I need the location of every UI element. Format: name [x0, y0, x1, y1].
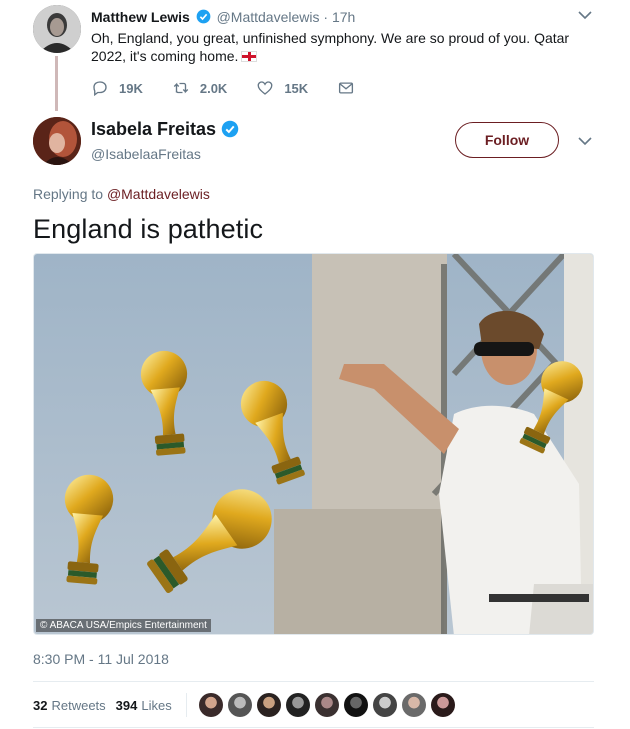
likes-count: 394: [115, 697, 138, 713]
liker-avatar[interactable]: [372, 693, 397, 717]
liker-avatar[interactable]: [227, 693, 252, 717]
divider: [33, 681, 594, 682]
parent-author-handle[interactable]: @Mattdavelewis: [217, 9, 320, 25]
chevron-down-icon[interactable]: [578, 10, 592, 20]
reply-icon: [93, 81, 107, 97]
replying-to: Replying to @Mattdavelewis: [33, 186, 210, 202]
thread-connector: [55, 56, 58, 111]
retweet-button[interactable]: 2.0K: [172, 79, 227, 97]
tweet-timestamp[interactable]: 8:30 PM - 11 Jul 2018: [33, 651, 169, 667]
retweets-stat[interactable]: 32 Retweets: [33, 698, 106, 713]
parent-tweet-text: Oh, England, you great, unfinished symph…: [91, 29, 581, 65]
follow-button[interactable]: Follow: [455, 122, 559, 158]
parent-tweet-time[interactable]: 17h: [332, 9, 355, 25]
parent-avatar[interactable]: [33, 5, 81, 53]
tweet-stats: 32 Retweets 394 Likes: [33, 693, 460, 717]
reply-button[interactable]: 19K: [91, 79, 143, 97]
direct-message-button[interactable]: [337, 79, 365, 97]
author-name-row: Isabela Freitas: [91, 119, 241, 140]
parent-tweet: Matthew Lewis @Mattdavelewis · 17h Oh, E…: [0, 0, 630, 111]
england-flag-icon: [241, 51, 258, 62]
likes-stat[interactable]: 394 Likes: [116, 698, 172, 713]
image-credit: © ABACA USA/Empics Entertainment: [36, 619, 211, 632]
parent-tweet-header: Matthew Lewis @Mattdavelewis · 17h: [91, 8, 355, 26]
liker-avatar[interactable]: [314, 693, 339, 717]
author-avatar[interactable]: [33, 117, 81, 165]
author-handle[interactable]: @IsabelaaFreitas: [91, 146, 201, 162]
verified-badge-icon: [196, 9, 211, 24]
liker-avatar[interactable]: [198, 693, 223, 717]
like-button[interactable]: 15K: [256, 79, 308, 97]
retweets-count: 32: [33, 697, 48, 713]
replying-to-label: Replying to: [33, 186, 104, 202]
tweet-text: England is pathetic: [33, 214, 264, 244]
liker-avatar[interactable]: [401, 693, 426, 717]
divider: [33, 727, 594, 728]
retweets-label: Retweets: [51, 697, 106, 713]
liker-avatar[interactable]: [343, 693, 368, 717]
verified-badge-icon: [221, 120, 239, 138]
parent-tweet-text-content: Oh, England, you great, unfinished symph…: [91, 30, 570, 64]
like-icon: [257, 81, 273, 95]
liker-avatar[interactable]: [430, 693, 455, 717]
reply-count: 19K: [119, 80, 143, 96]
parent-tweet-actions: 19K 2.0K 15K: [91, 78, 394, 98]
message-icon: [339, 82, 354, 94]
likers-avatars: [198, 693, 460, 717]
like-count: 15K: [284, 80, 309, 96]
chevron-down-icon[interactable]: [578, 136, 592, 146]
parent-author-name[interactable]: Matthew Lewis: [91, 9, 190, 25]
separator-dot: ·: [323, 9, 329, 25]
author-name[interactable]: Isabela Freitas: [91, 119, 216, 139]
retweet-icon: [173, 82, 189, 94]
likes-label: Likes: [141, 697, 172, 713]
tweet-media-image[interactable]: © ABACA USA/Empics Entertainment: [33, 253, 594, 635]
retweet-count: 2.0K: [199, 80, 228, 96]
stats-separator: [185, 693, 187, 717]
replying-to-handle-link[interactable]: @Mattdavelewis: [107, 186, 210, 202]
liker-avatar[interactable]: [285, 693, 310, 717]
liker-avatar[interactable]: [256, 693, 281, 717]
